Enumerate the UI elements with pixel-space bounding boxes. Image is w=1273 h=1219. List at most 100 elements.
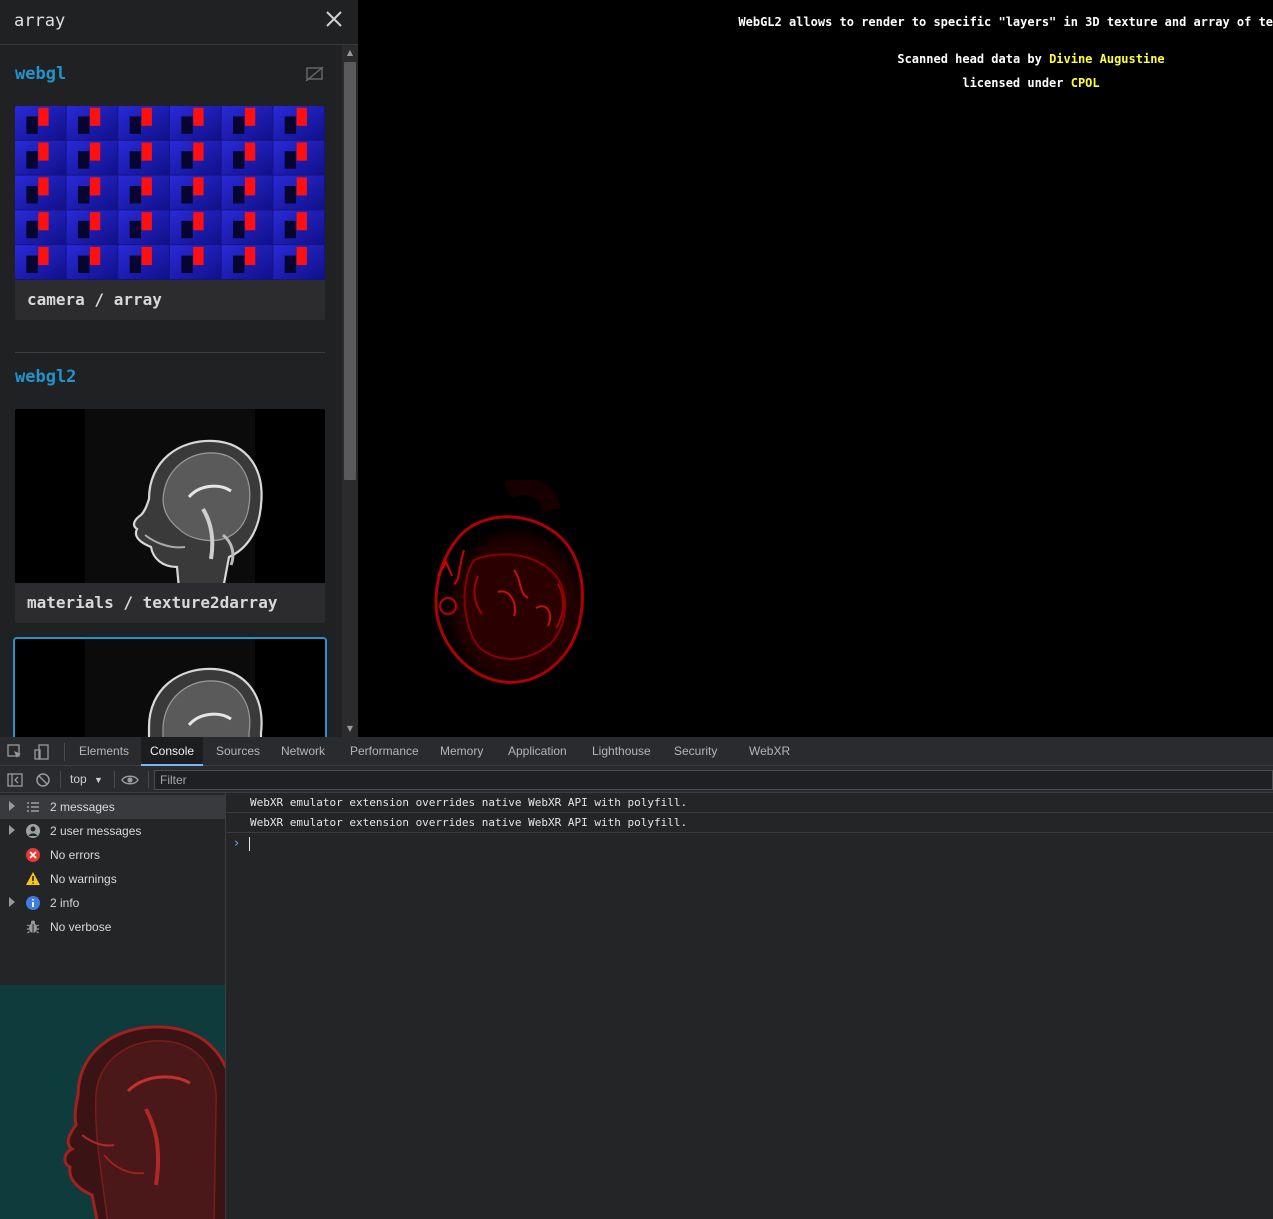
console-output[interactable]: WebXR emulator extension overrides nativ… bbox=[227, 793, 1273, 1219]
sidebar-scrollbar[interactable]: ▲ ▼ bbox=[342, 45, 358, 737]
toolbar-separator bbox=[148, 771, 149, 788]
red-cube bbox=[193, 107, 204, 126]
red-cube bbox=[296, 177, 307, 196]
section-title-webgl2: webgl2 bbox=[15, 367, 77, 387]
toolbar-separator bbox=[64, 743, 65, 761]
tab-elements[interactable]: Elements bbox=[70, 737, 138, 766]
warning-icon bbox=[26, 872, 40, 885]
red-cube bbox=[38, 212, 49, 231]
cube-shadow bbox=[26, 151, 38, 169]
expand-arrow-icon[interactable] bbox=[9, 825, 15, 835]
cube-shadow bbox=[78, 255, 90, 274]
example-card-texture2darray[interactable]: materials / texture2darray bbox=[15, 409, 325, 623]
red-cube bbox=[38, 107, 49, 126]
search-bar bbox=[0, 0, 358, 45]
devtools-tabbar: Elements Console Sources Network Perform… bbox=[0, 737, 1273, 766]
sidebar: webgl camera / array webgl2 bbox=[0, 0, 358, 737]
webgl-viewport[interactable]: WebGL2 allows to render to specific "lay… bbox=[358, 0, 1273, 737]
scroll-down-icon[interactable]: ▼ bbox=[345, 724, 355, 734]
no-preview-icon[interactable] bbox=[305, 66, 325, 82]
console-input-cursor[interactable] bbox=[249, 837, 250, 851]
inspect-element-icon[interactable] bbox=[6, 743, 24, 761]
cube-shadow bbox=[129, 255, 142, 274]
webxr-preview-panel bbox=[0, 985, 226, 1219]
section-divider bbox=[15, 352, 325, 353]
context-select[interactable]: top ▼ bbox=[62, 769, 111, 789]
sidebar-item-warnings[interactable]: No warnings bbox=[0, 867, 226, 891]
expand-arrow-icon[interactable] bbox=[9, 897, 15, 907]
prompt-chevron-icon: › bbox=[234, 836, 240, 851]
red-cube bbox=[38, 246, 49, 266]
red-cube bbox=[89, 107, 101, 126]
cube-shadow bbox=[26, 220, 38, 239]
filter-input[interactable] bbox=[154, 770, 1273, 790]
cube-shadow bbox=[284, 186, 297, 204]
red-cube bbox=[141, 142, 152, 161]
toolbar-separator bbox=[60, 771, 61, 788]
clear-console-icon[interactable] bbox=[34, 771, 52, 789]
user-icon bbox=[26, 824, 40, 838]
red-cube bbox=[89, 246, 101, 266]
cube-shadow bbox=[233, 255, 245, 274]
red-cube bbox=[296, 107, 307, 126]
scroll-thumb[interactable] bbox=[344, 62, 356, 480]
device-toolbar-icon[interactable] bbox=[33, 743, 51, 761]
example-card-camera-array[interactable]: camera / array bbox=[15, 106, 325, 320]
credit-prefix: Scanned head data by bbox=[897, 52, 1050, 66]
red-cube bbox=[38, 177, 49, 196]
tab-lighthouse[interactable]: Lighthouse bbox=[583, 737, 660, 766]
tab-sources[interactable]: Sources bbox=[207, 737, 269, 766]
cube-shadow bbox=[129, 116, 142, 134]
cube-shadow bbox=[26, 186, 38, 204]
tab-performance[interactable]: Performance bbox=[341, 737, 428, 766]
toolbar-separator bbox=[114, 771, 115, 788]
chevron-down-icon: ▼ bbox=[94, 775, 103, 785]
tab-memory[interactable]: Memory bbox=[431, 737, 492, 766]
sidebar-item-verbose[interactable]: No verbose bbox=[0, 915, 226, 939]
red-cube bbox=[193, 212, 204, 231]
cube-shadow bbox=[26, 255, 38, 274]
red-cube bbox=[141, 212, 152, 231]
cube-shadow bbox=[284, 220, 297, 239]
sidebar-item-info[interactable]: 2 info bbox=[0, 891, 226, 915]
red-cube bbox=[193, 246, 204, 266]
credit-author-link[interactable]: Divine Augustine bbox=[1049, 52, 1165, 66]
eye-icon[interactable] bbox=[121, 771, 139, 789]
info-description: WebGL2 allows to render to specific "lay… bbox=[738, 15, 1273, 29]
red-cube bbox=[89, 142, 101, 161]
tab-webxr[interactable]: WebXR bbox=[740, 737, 799, 766]
sidebar-item-messages[interactable]: 2 messages bbox=[0, 795, 226, 819]
info-icon bbox=[26, 896, 40, 910]
examples-list: webgl camera / array webgl2 materials / … bbox=[0, 45, 342, 737]
cube-shadow bbox=[181, 151, 193, 169]
show-sidebar-icon[interactable] bbox=[6, 771, 24, 789]
cube-shadow bbox=[284, 116, 297, 134]
example-card-selected[interactable] bbox=[13, 637, 327, 737]
cube-shadow bbox=[181, 116, 193, 134]
license-link[interactable]: CPOL bbox=[1071, 76, 1100, 90]
scroll-up-icon[interactable]: ▲ bbox=[345, 48, 355, 58]
red-cube bbox=[244, 212, 256, 231]
sidebar-item-label: No errors bbox=[50, 848, 101, 862]
red-cube bbox=[89, 212, 101, 231]
expand-arrow-icon[interactable] bbox=[9, 801, 15, 811]
search-input[interactable] bbox=[14, 6, 304, 36]
cube-shadow bbox=[78, 116, 90, 134]
tab-console[interactable]: Console bbox=[141, 737, 204, 766]
tab-network[interactable]: Network bbox=[272, 737, 334, 766]
tab-application[interactable]: Application bbox=[499, 737, 576, 766]
close-icon[interactable] bbox=[322, 7, 346, 31]
info-credit: Scanned head data by Divine Augustine bbox=[358, 47, 1273, 71]
red-cube bbox=[296, 212, 307, 231]
mri-slice-render bbox=[434, 480, 584, 684]
camera-array-thumbnail bbox=[15, 106, 325, 280]
cube-shadow bbox=[181, 220, 193, 239]
cube-shadow bbox=[233, 186, 245, 204]
tab-security[interactable]: Security bbox=[665, 737, 726, 766]
red-cube bbox=[244, 177, 256, 196]
sidebar-item-errors[interactable]: No errors bbox=[0, 843, 226, 867]
sidebar-item-user-messages[interactable]: 2 user messages bbox=[0, 819, 226, 843]
cube-shadow bbox=[26, 116, 38, 134]
cube-shadow bbox=[233, 220, 245, 239]
sidebar-item-label: 2 messages bbox=[50, 800, 115, 814]
